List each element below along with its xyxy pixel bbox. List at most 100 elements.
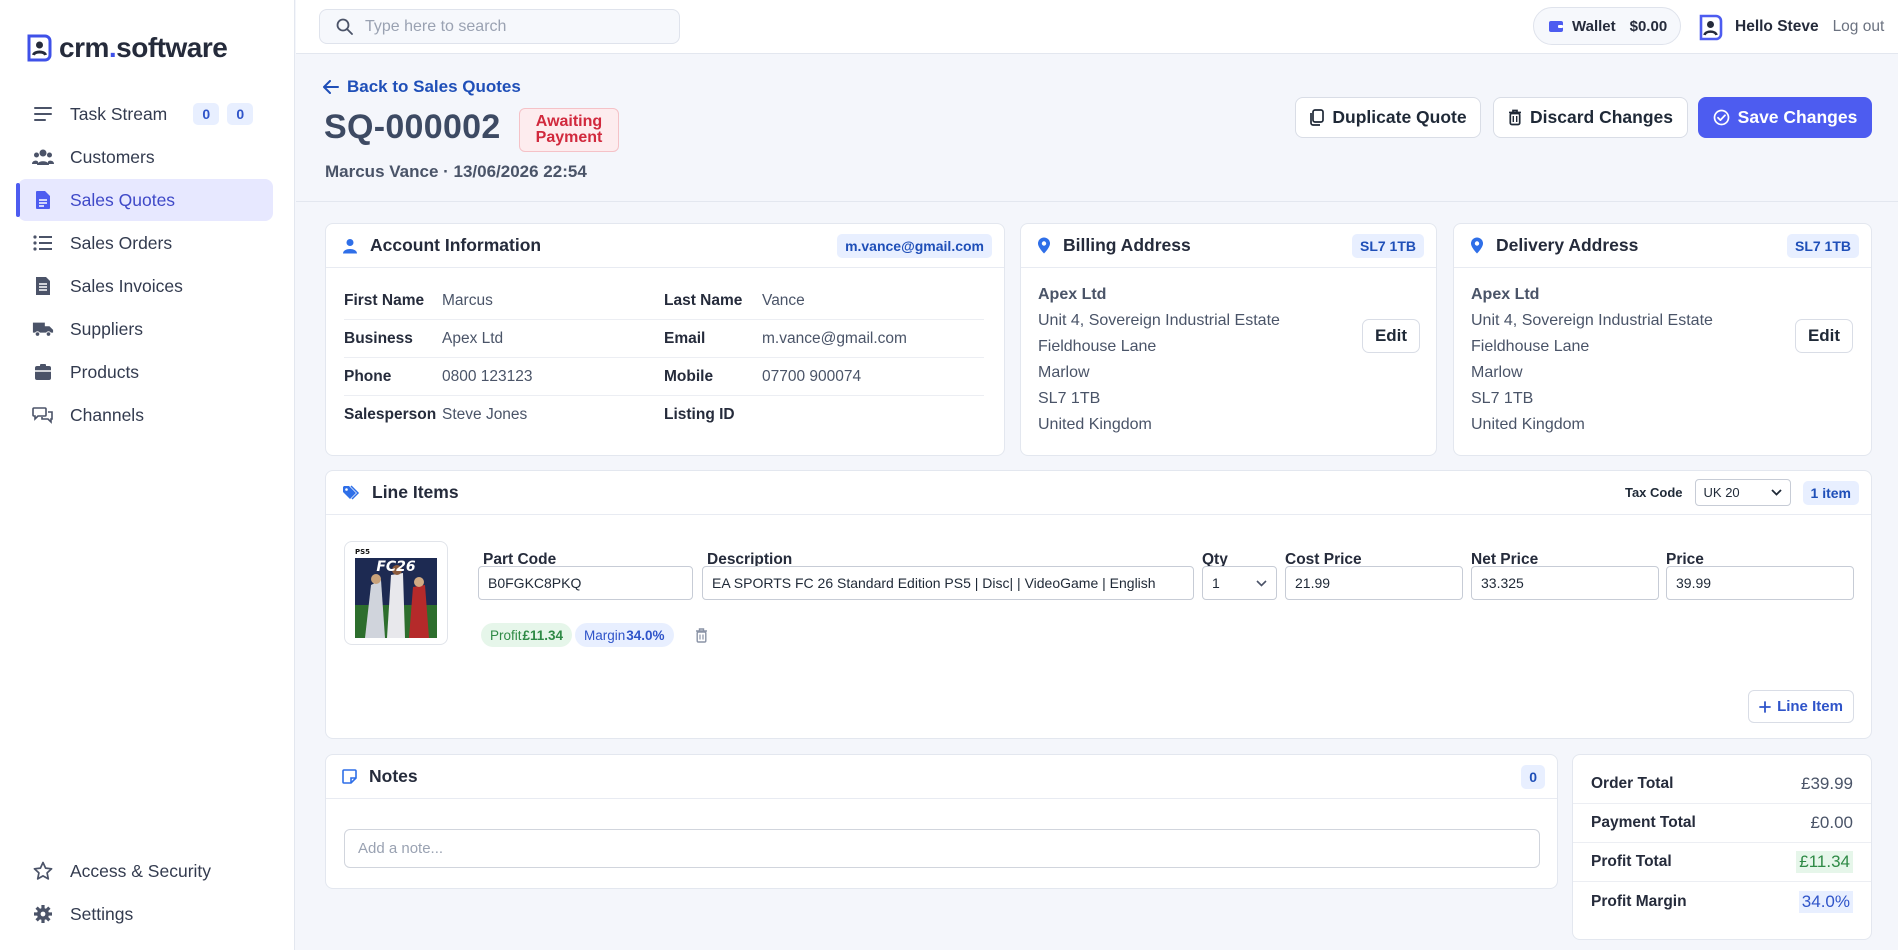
tax-code-value: UK 20 xyxy=(1703,485,1740,500)
status-line-2: Payment xyxy=(535,129,603,146)
address-company: Apex Ltd xyxy=(1471,286,1540,303)
sidebar-item-label: Products xyxy=(70,361,140,382)
wallet-amount: $0.00 xyxy=(1629,17,1668,35)
last-name-value: Vance xyxy=(762,291,805,309)
sidebar-item-sales-invoices[interactable]: Sales Invoices xyxy=(18,265,273,307)
postcode-badge: SL7 1TB xyxy=(1351,233,1424,258)
email-badge[interactable]: m.vance@gmail.com xyxy=(837,233,992,258)
part-code-input[interactable]: B0FGKC8PKQ xyxy=(478,566,693,600)
sidebar-item-sales-orders[interactable]: Sales Orders xyxy=(18,222,273,264)
task-count-badge: 0 xyxy=(193,103,220,125)
chat-icon xyxy=(32,404,54,426)
sidebar-item-task-stream[interactable]: Task Stream 00 xyxy=(18,93,273,135)
totals-row: Order Total £39.99 xyxy=(1573,765,1871,804)
cost-price-input[interactable]: 21.99 xyxy=(1285,566,1463,600)
box-icon xyxy=(32,361,54,383)
sidebar-item-suppliers[interactable]: Suppliers xyxy=(18,308,273,350)
wallet-icon xyxy=(1548,19,1564,33)
trash-icon xyxy=(1508,109,1522,126)
discard-label: Discard Changes xyxy=(1530,107,1673,127)
margin-label: Margin xyxy=(584,627,626,643)
star-icon xyxy=(32,860,54,882)
tax-code-label: Tax Code xyxy=(1624,485,1683,500)
billing-address: Apex Ltd Unit 4, Sovereign Industrial Es… xyxy=(1038,282,1280,438)
payment-total-value: £0.00 xyxy=(1810,813,1853,832)
profit-chip: Profit £11.34 xyxy=(481,623,573,647)
discard-changes-button[interactable]: Discard Changes xyxy=(1493,97,1688,138)
qty-select[interactable]: 1 xyxy=(1202,566,1277,600)
sidebar-item-label: Channels xyxy=(70,404,144,425)
thumb-platform-text: PS5 xyxy=(355,548,370,556)
description-input[interactable]: EA SPORTS FC 26 Standard Edition PS5 | D… xyxy=(702,566,1194,600)
net-price-input[interactable]: 33.325 xyxy=(1471,566,1659,600)
profit-total-value: £11.34 xyxy=(1796,851,1853,873)
wallet-button[interactable]: Wallet $0.00 xyxy=(1533,7,1681,45)
price-input[interactable]: 39.99 xyxy=(1666,566,1854,600)
sidebar-item-label: Suppliers xyxy=(70,318,143,339)
mobile-value: 07700 900074 xyxy=(762,367,862,385)
tax-code-select[interactable]: UK 20 xyxy=(1694,479,1791,506)
add-line-item-button[interactable]: Line Item xyxy=(1748,690,1854,723)
card-title: Delivery Address xyxy=(1496,235,1639,255)
product-thumbnail[interactable]: PS5 FC26 xyxy=(344,541,448,645)
sidebar-item-products[interactable]: Products xyxy=(18,351,273,393)
info-row: Salesperson Steve Jones Listing ID xyxy=(344,396,984,434)
search-input[interactable]: Type here to search xyxy=(319,9,680,44)
quote-subtitle: Marcus Vance · 13/06/2026 22:54 xyxy=(325,162,587,181)
notes-card: Notes 0 Add a note... xyxy=(325,754,1558,889)
back-link-label: Back to Sales Quotes xyxy=(347,77,521,96)
payment-total-label: Payment Total xyxy=(1591,814,1696,831)
brand-name-b: software xyxy=(116,32,228,63)
margin-chip: Margin 34.0% xyxy=(575,623,674,647)
brand-logo[interactable]: crm.software xyxy=(25,32,228,64)
duplicate-quote-button[interactable]: Duplicate Quote xyxy=(1295,97,1481,138)
address-company: Apex Ltd xyxy=(1038,286,1107,303)
salesperson-label: Salesperson xyxy=(344,406,437,423)
avatar[interactable] xyxy=(1695,12,1725,42)
billing-address-card: Billing Address SL7 1TB Apex Ltd Unit 4,… xyxy=(1020,223,1437,456)
users-icon xyxy=(32,146,54,168)
search-icon xyxy=(336,18,353,35)
card-header: Account Information m.vance@gmail.com xyxy=(326,224,1004,268)
save-label: Save Changes xyxy=(1737,107,1858,127)
address-postcode: SL7 1TB xyxy=(1038,390,1101,407)
card-header: Line Items Tax Code UK 20 1 item xyxy=(326,471,1871,515)
logo-icon xyxy=(25,33,53,63)
tag-icon xyxy=(342,484,360,501)
save-changes-button[interactable]: Save Changes xyxy=(1698,97,1872,138)
sidebar-item-settings[interactable]: Settings xyxy=(18,893,273,935)
brand-name-a: crm xyxy=(59,32,109,63)
address-city: Marlow xyxy=(1038,364,1090,381)
edit-delivery-button[interactable]: Edit xyxy=(1795,319,1853,353)
phone-value: 0800 123123 xyxy=(442,367,533,385)
delete-line-item-icon[interactable] xyxy=(695,628,708,643)
edit-billing-button[interactable]: Edit xyxy=(1362,319,1420,353)
business-label: Business xyxy=(344,329,413,347)
sidebar-item-label: Task Stream xyxy=(70,103,168,124)
search-placeholder: Type here to search xyxy=(365,17,507,35)
sidebar-item-sales-quotes[interactable]: Sales Quotes xyxy=(16,179,273,221)
sidebar-item-access-security[interactable]: Access & Security xyxy=(18,850,273,892)
address-city: Marlow xyxy=(1471,364,1523,381)
user-icon xyxy=(342,238,358,254)
address-country: United Kingdom xyxy=(1471,416,1585,433)
back-link[interactable]: Back to Sales Quotes xyxy=(323,77,521,97)
wallet-label: Wallet xyxy=(1572,17,1616,35)
address-line-1: Unit 4, Sovereign Industrial Estate xyxy=(1471,312,1713,329)
order-totals-card: Order Total £39.99 Payment Total £0.00 P… xyxy=(1572,754,1872,940)
order-total-label: Order Total xyxy=(1591,775,1674,792)
profit-margin-label: Profit Margin xyxy=(1591,892,1687,910)
page-title: SQ-000002 xyxy=(324,108,501,146)
logout-link[interactable]: Log out xyxy=(1833,18,1885,36)
sidebar-item-channels[interactable]: Channels xyxy=(18,394,273,436)
sidebar-item-customers[interactable]: Customers xyxy=(18,136,273,178)
card-title: Notes xyxy=(369,766,418,786)
list-icon xyxy=(32,232,54,254)
profit-total-label: Profit Total xyxy=(1591,853,1672,870)
card-title: Line Items xyxy=(372,482,459,502)
add-note-input[interactable]: Add a note... xyxy=(344,829,1540,868)
card-header: Delivery Address SL7 1TB xyxy=(1454,224,1871,268)
chevron-down-icon xyxy=(1770,489,1782,496)
first-name-value: Marcus xyxy=(442,291,493,309)
address-line-2: Fieldhouse Lane xyxy=(1038,338,1157,355)
